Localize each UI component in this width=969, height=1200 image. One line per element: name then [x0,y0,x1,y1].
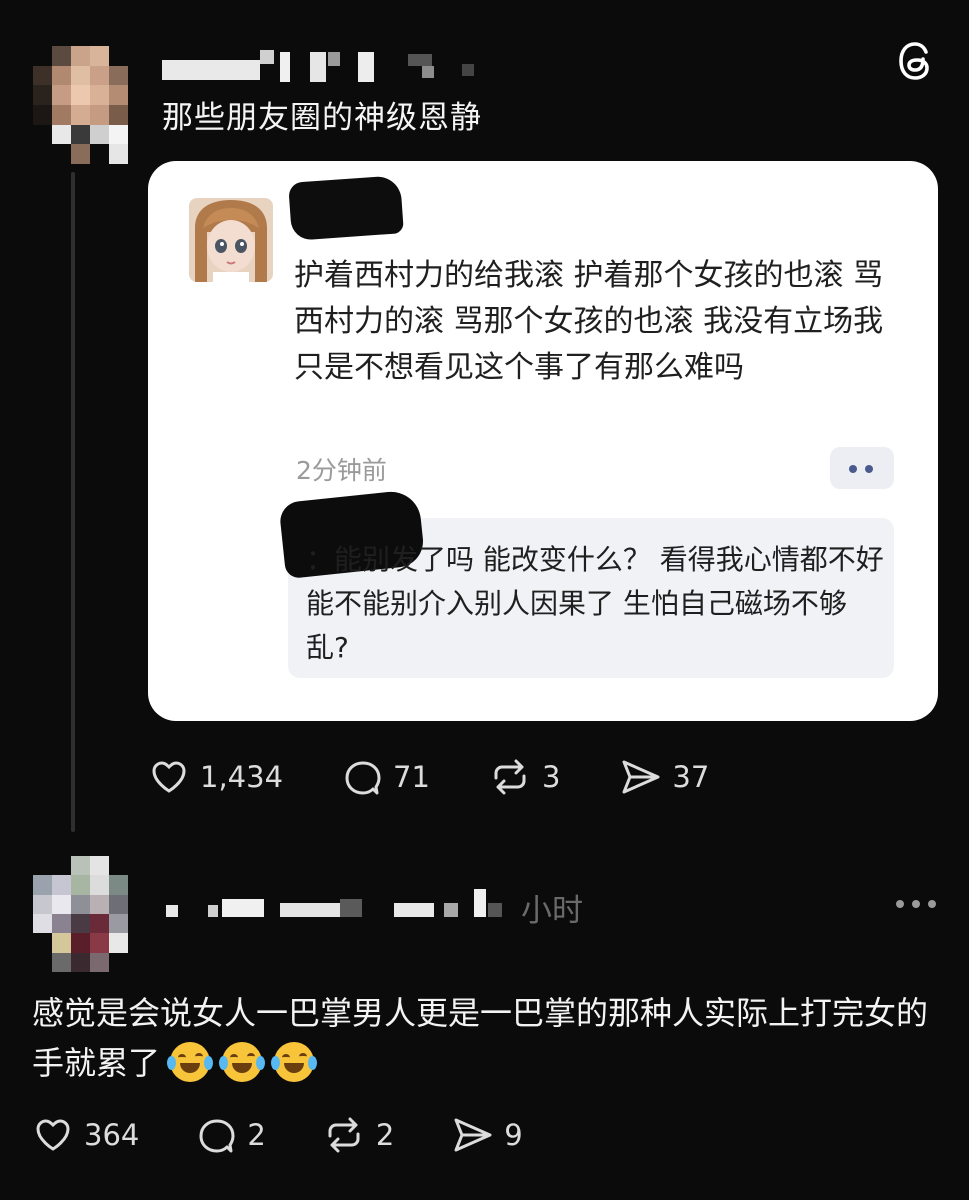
dot-icon [912,900,920,908]
share-button[interactable]: 9 [450,1114,523,1156]
share-count: 9 [504,1118,523,1152]
dot-icon [849,465,857,473]
comment-button[interactable]: 71 [341,756,430,798]
dot-icon [865,465,873,473]
like-button[interactable]: 364 [32,1114,139,1156]
comment-count: 71 [393,760,430,794]
comment-bubble-icon [199,1119,235,1153]
share-count: 37 [672,760,710,794]
dot-icon [896,900,904,908]
author-username-redacted[interactable] [162,50,482,86]
share-button[interactable]: 37 [618,756,709,798]
reply-comment-text: ：能别发了吗 能改变什么？ 看得我心情都不好 能不能别介入别人因果了 生怕自己磁… [306,543,884,664]
comment-bubble-icon [345,761,381,795]
dot-icon [928,900,936,908]
thread-connector-line [71,172,75,832]
comment-body: 感觉是会说女人一巴掌男人更是一巴掌的那种人实际上打完女的手就累了 [32,988,932,1088]
post-title: 那些朋友圈的神级恩静 [162,100,482,136]
threads-logo-icon[interactable] [893,38,939,84]
laughing-crying-emoji [167,1042,214,1082]
send-icon [622,760,660,794]
repost-icon [328,1117,360,1153]
repost-count: 3 [541,760,561,794]
commenter-username-redacted[interactable] [162,885,522,925]
screenshot-timestamp: 2分钟前 [296,456,387,485]
author-avatar-blurred[interactable] [33,46,147,164]
commenter-avatar-blurred[interactable] [33,856,147,972]
more-options-button[interactable] [830,447,894,489]
repost-button[interactable]: 3 [488,756,560,798]
laughing-crying-emoji [219,1042,266,1082]
embedded-screenshot-card[interactable]: 护着西村力的给我滚 护着那个女孩的也滚 骂西村力的滚 骂那个女孩的也滚 我没有立… [148,161,938,721]
reply-comment-box: ：能别发了吗 能改变什么？ 看得我心情都不好 能不能别介入别人因果了 生怕自己磁… [278,488,894,678]
heart-icon [36,1119,70,1151]
comment-menu-button[interactable] [896,900,938,910]
comment-action-bar: 364 2 2 9 [32,1114,523,1156]
doll-avatar [189,198,273,282]
heart-icon [152,761,186,793]
laughing-crying-emoji [271,1042,318,1082]
comment-count: 2 [247,1118,266,1152]
comment-button[interactable]: 2 [195,1114,266,1156]
repost-button[interactable]: 2 [322,1114,394,1156]
like-count: 1,434 [200,760,284,794]
post-action-bar: 1,434 71 3 37 [148,756,709,798]
like-count: 364 [84,1118,140,1152]
comment-text: 感觉是会说女人一巴掌男人更是一巴掌的那种人实际上打完女的手就累了 [32,994,929,1082]
screenshot-post-text: 护着西村力的给我滚 护着那个女孩的也滚 骂西村力的滚 骂那个女孩的也滚 我没有立… [294,258,884,385]
repost-icon [494,759,526,795]
like-button[interactable]: 1,434 [148,756,283,798]
send-icon [454,1118,492,1152]
repost-count: 2 [375,1118,395,1152]
comment-timestamp: 小时 [521,893,583,929]
redacted-name [288,175,404,241]
